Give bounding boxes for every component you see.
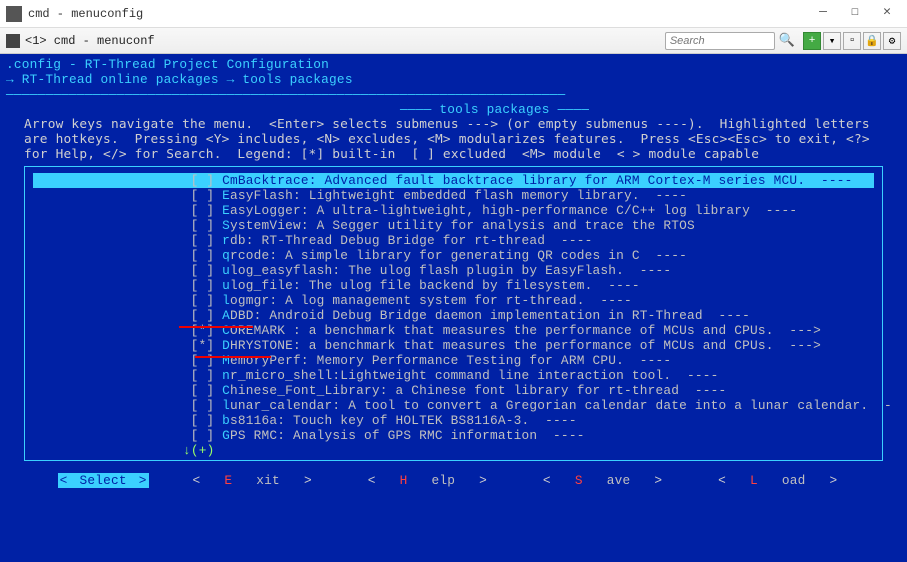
red-annotation-2 [195, 356, 271, 358]
menu-item[interactable]: [ ] logmgr: A log management system for … [33, 293, 874, 308]
menu-items: [ ] CmBacktrace: Advanced fault backtrac… [33, 173, 874, 443]
search-input[interactable] [665, 32, 775, 50]
app-icon [6, 6, 22, 22]
help-button[interactable]: < Help > [356, 473, 499, 488]
close-button[interactable]: ✕ [873, 4, 901, 24]
menu-item[interactable]: [ ] rdb: RT-Thread Debug Bridge for rt-t… [33, 233, 874, 248]
tab-toolbar: <1> cmd - menuconf 🔍 + ▾ ▫ 🔒 ⚙ [0, 28, 907, 54]
red-annotation-1 [179, 326, 253, 328]
minimize-button[interactable]: — [809, 4, 837, 24]
menu-item[interactable]: [ ] EasyFlash: Lightweight embedded flas… [33, 188, 874, 203]
select-button[interactable]: <Select> [58, 473, 149, 488]
toolbar-button-2[interactable]: ▫ [843, 32, 861, 50]
menu-item[interactable]: [ ] ulog_file: The ulog file backend by … [33, 278, 874, 293]
menu-item[interactable]: [ ] GPS RMC: Analysis of GPS RMC informa… [33, 428, 874, 443]
group-header: ———— tools packages ———— [6, 102, 901, 117]
menu-item[interactable]: [*] DHRYSTONE: a benchmark that measures… [33, 338, 874, 353]
dash-fill: ————————————————————————————————————————… [6, 87, 565, 102]
tab-icon [6, 34, 20, 48]
menu-item[interactable]: [ ] CmBacktrace: Advanced fault backtrac… [33, 173, 874, 188]
toolbar-button-4[interactable]: ⚙ [883, 32, 901, 50]
menu-item[interactable]: [ ] qrcode: A simple library for generat… [33, 248, 874, 263]
breadcrumb-line: → RT-Thread online packages → tools pack… [6, 72, 901, 102]
menu-item[interactable]: [ ] lunar_calendar: A tool to convert a … [33, 398, 874, 413]
menu-item[interactable]: [ ] bs8116a: Touch key of HOLTEK BS8116A… [33, 413, 874, 428]
menu-item[interactable]: [*] COREMARK : a benchmark that measures… [33, 323, 874, 338]
breadcrumb-path: → RT-Thread online packages → tools pack… [6, 72, 353, 87]
maximize-button[interactable]: ☐ [841, 4, 869, 24]
tab-label[interactable]: <1> cmd - menuconf [25, 34, 665, 48]
menu-item[interactable]: [ ] nr_micro_shell:Lightweight command l… [33, 368, 874, 383]
config-title: .config - RT-Thread Project Configuratio… [6, 57, 901, 72]
load-button[interactable]: < Load > [706, 473, 849, 488]
menu-item[interactable]: [ ] ulog_easyflash: The ulog flash plugi… [33, 263, 874, 278]
save-button[interactable]: < Save > [531, 473, 674, 488]
toolbar-button-1[interactable]: ▾ [823, 32, 841, 50]
more-indicator: ↓(+) [183, 443, 874, 458]
search-icon[interactable]: 🔍 [779, 33, 795, 48]
exit-button[interactable]: < Exit > [181, 473, 324, 488]
window-title: cmd - menuconfig [28, 7, 805, 21]
menu-item[interactable]: [ ] SystemView: A Segger utility for ana… [33, 218, 874, 233]
action-bar: <Select> < Exit > < Help > < Save > < Lo… [6, 473, 901, 488]
menu-item[interactable]: [ ] EasyLogger: A ultra-lightweight, hig… [33, 203, 874, 218]
terminal-pane: .config - RT-Thread Project Configuratio… [0, 54, 907, 562]
window-titlebar: cmd - menuconfig — ☐ ✕ [0, 0, 907, 28]
menu-item[interactable]: [ ] Chinese_Font_Library: a Chinese font… [33, 383, 874, 398]
menu-item[interactable]: [ ] ADBD: Android Debug Bridge daemon im… [33, 308, 874, 323]
help-text: Arrow keys navigate the menu. <Enter> se… [24, 117, 901, 162]
menu-panel: [ ] CmBacktrace: Advanced fault backtrac… [24, 166, 883, 461]
add-button[interactable]: + [803, 32, 821, 50]
toolbar-button-3[interactable]: 🔒 [863, 32, 881, 50]
menu-item[interactable]: [ ] MemoryPerf: Memory Performance Testi… [33, 353, 874, 368]
